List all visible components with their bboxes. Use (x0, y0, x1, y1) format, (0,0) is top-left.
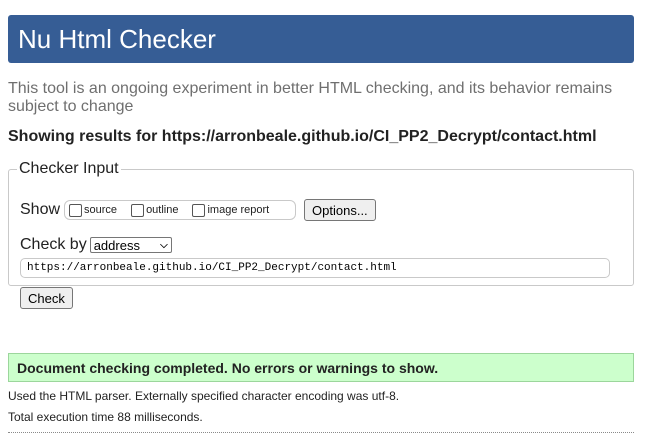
option-outline[interactable]: outline (131, 203, 179, 217)
url-input[interactable]: https://arronbeale.github.io/CI_PP2_Decr… (20, 258, 610, 278)
chevron-down-icon: ⌵ (160, 239, 168, 251)
header-bar: Nu Html Checker (8, 15, 634, 63)
divider (8, 432, 634, 433)
check-by-row: Check by address ⌵ (20, 236, 172, 254)
image-report-label: image report (207, 204, 270, 216)
parser-note: Used the HTML parser. Externally specifi… (8, 389, 400, 403)
outline-label: outline (146, 204, 179, 216)
intro-text: This tool is an ongoing experiment in be… (8, 80, 613, 115)
execution-time: Total execution time 88 milliseconds. (8, 410, 203, 424)
show-options-row: Show source outline image report Options… (20, 198, 376, 222)
option-source[interactable]: source (69, 203, 118, 217)
check-by-select[interactable]: address ⌵ (89, 237, 172, 253)
result-success-message: Document checking completed. No errors o… (8, 353, 634, 382)
source-label: source (84, 204, 118, 216)
source-checkbox[interactable] (69, 203, 83, 217)
checker-input-fieldset: Checker Input Show source outline image … (8, 160, 634, 309)
checker-input-legend: Checker Input (19, 160, 119, 177)
show-label: Show (20, 201, 61, 218)
show-options-group: source outline image report (64, 200, 297, 220)
showing-results-heading: Showing results for https://arronbeale.g… (8, 128, 597, 145)
option-image-report[interactable]: image report (192, 203, 270, 217)
check-button[interactable]: Check (20, 287, 73, 309)
check-by-label: Check by (20, 236, 87, 253)
image-report-checkbox[interactable] (192, 203, 206, 217)
outline-checkbox[interactable] (131, 203, 145, 217)
page-title: Nu Html Checker (18, 24, 216, 54)
check-by-value: address (93, 237, 140, 253)
options-button[interactable]: Options... (304, 199, 376, 221)
